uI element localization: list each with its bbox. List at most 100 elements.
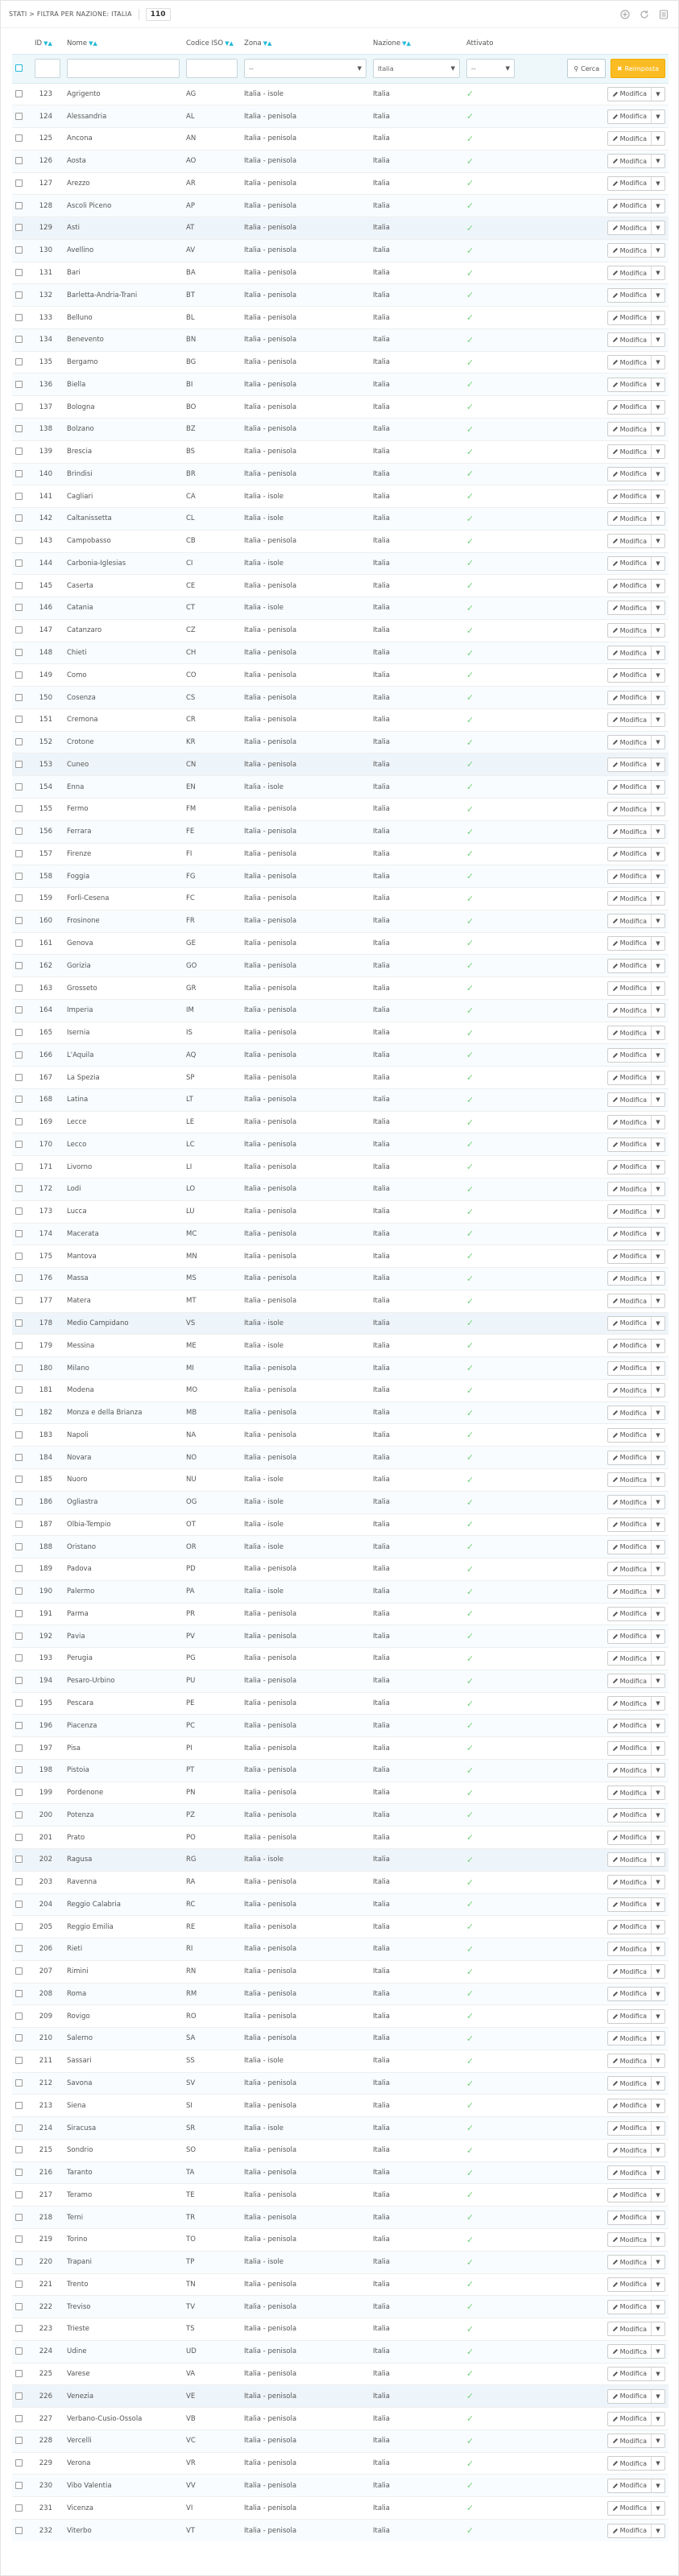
row-checkbox[interactable]: [15, 917, 23, 925]
caret-down-icon[interactable]: ▼: [652, 1965, 665, 1978]
table-row[interactable]: 201 Prato PO Italia - penisola Italia ✓ …: [12, 1826, 669, 1849]
caret-down-icon[interactable]: ▼: [652, 1093, 665, 1106]
row-checkbox[interactable]: [15, 2169, 23, 2177]
check-icon[interactable]: ✓: [466, 1519, 474, 1530]
table-row[interactable]: 174 Macerata MC Italia - penisola Italia…: [12, 1222, 669, 1245]
edit-button[interactable]: Modifica: [608, 221, 652, 235]
check-icon[interactable]: ✓: [466, 1072, 474, 1083]
caret-down-icon[interactable]: ▼: [652, 848, 665, 861]
row-checkbox[interactable]: [15, 492, 23, 500]
edit-button[interactable]: Modifica: [608, 2211, 652, 2224]
caret-down-icon[interactable]: ▼: [652, 1138, 665, 1151]
caret-down-icon[interactable]: ▼: [652, 1786, 665, 1799]
check-icon[interactable]: ✓: [466, 2480, 474, 2491]
edit-button[interactable]: Modifica: [608, 333, 652, 347]
table-row[interactable]: 214 Siracusa SR Italia - isole Italia ✓ …: [12, 2116, 669, 2140]
table-row[interactable]: 206 Rieti RI Italia - penisola Italia ✓ …: [12, 1938, 669, 1961]
edit-button[interactable]: Modifica: [608, 109, 652, 123]
check-icon[interactable]: ✓: [466, 1050, 474, 1060]
filter-iso-input[interactable]: [186, 59, 238, 78]
edit-button[interactable]: Modifica: [608, 2322, 652, 2336]
caret-down-icon[interactable]: ▼: [652, 132, 665, 145]
caret-down-icon[interactable]: ▼: [652, 110, 665, 123]
check-icon[interactable]: ✓: [466, 1631, 474, 1641]
table-row[interactable]: 203 Ravenna RA Italia - penisola Italia …: [12, 1870, 669, 1894]
sort-icon[interactable]: ▼▲: [225, 40, 234, 47]
edit-button[interactable]: Modifica: [608, 1384, 652, 1397]
reset-button[interactable]: ✖ Reimposta: [610, 59, 665, 78]
caret-down-icon[interactable]: ▼: [652, 512, 665, 525]
table-row[interactable]: 211 Sassari SS Italia - isole Italia ✓ M…: [12, 2049, 669, 2073]
table-row[interactable]: 144 Carbonia-Iglesias CI Italia - isole …: [12, 551, 669, 575]
edit-button[interactable]: Modifica: [608, 1473, 652, 1487]
check-icon[interactable]: ✓: [466, 268, 474, 279]
caret-down-icon[interactable]: ▼: [652, 1272, 665, 1285]
caret-down-icon[interactable]: ▼: [652, 736, 665, 749]
edit-button[interactable]: Modifica: [608, 556, 652, 570]
edit-button[interactable]: Modifica: [608, 1004, 652, 1018]
caret-down-icon[interactable]: ▼: [652, 2256, 665, 2268]
check-icon[interactable]: ✓: [466, 1028, 474, 1038]
table-row[interactable]: 163 Grosseto GR Italia - penisola Italia…: [12, 976, 669, 1000]
edit-button[interactable]: Modifica: [608, 535, 652, 548]
row-checkbox[interactable]: [15, 716, 23, 724]
check-icon[interactable]: ✓: [466, 1296, 474, 1307]
check-icon[interactable]: ✓: [466, 1430, 474, 1440]
caret-down-icon[interactable]: ▼: [652, 870, 665, 883]
table-row[interactable]: 133 Belluno BL Italia - penisola Italia …: [12, 306, 669, 329]
check-icon[interactable]: ✓: [466, 1475, 474, 1485]
caret-down-icon[interactable]: ▼: [652, 2457, 665, 2470]
caret-down-icon[interactable]: ▼: [652, 333, 665, 346]
row-checkbox[interactable]: [15, 514, 23, 522]
edit-button[interactable]: Modifica: [608, 914, 652, 928]
caret-down-icon[interactable]: ▼: [652, 200, 665, 213]
caret-down-icon[interactable]: ▼: [652, 2010, 665, 2023]
caret-down-icon[interactable]: ▼: [652, 825, 665, 838]
check-icon[interactable]: ✓: [466, 1743, 474, 1753]
header-country[interactable]: Nazione ▼▲: [370, 33, 463, 54]
row-checkbox[interactable]: [15, 1721, 23, 1729]
caret-down-icon[interactable]: ▼: [652, 2122, 665, 2135]
edit-button[interactable]: Modifica: [608, 1183, 652, 1196]
row-checkbox[interactable]: [15, 1922, 23, 1930]
check-icon[interactable]: ✓: [466, 1899, 474, 1909]
row-checkbox[interactable]: [15, 1654, 23, 1662]
edit-button[interactable]: Modifica: [608, 132, 652, 146]
table-row[interactable]: 190 Palermo PA Italia - isole Italia ✓ M…: [12, 1579, 669, 1604]
caret-down-icon[interactable]: ▼: [652, 1004, 665, 1017]
edit-button[interactable]: Modifica: [608, 512, 652, 526]
row-checkbox[interactable]: [15, 1297, 23, 1305]
row-checkbox[interactable]: [15, 1945, 23, 1953]
table-row[interactable]: 126 Aosta AO Italia - penisola Italia ✓ …: [12, 149, 669, 173]
row-checkbox[interactable]: [15, 2101, 23, 2109]
table-row[interactable]: 178 Medio Campidano VS Italia - isole It…: [12, 1311, 669, 1335]
row-checkbox[interactable]: [15, 313, 23, 321]
check-icon[interactable]: ✓: [466, 1452, 474, 1463]
edit-button[interactable]: Modifica: [608, 244, 652, 258]
table-row[interactable]: 208 Roma RM Italia - penisola Italia ✓ M…: [12, 1982, 669, 2005]
table-row[interactable]: 138 Bolzano BZ Italia - penisola Italia …: [12, 417, 669, 441]
caret-down-icon[interactable]: ▼: [652, 1340, 665, 1352]
edit-button[interactable]: Modifica: [608, 1451, 652, 1464]
sql-icon[interactable]: [657, 8, 670, 21]
row-checkbox[interactable]: [15, 112, 23, 120]
edit-button[interactable]: Modifica: [608, 378, 652, 391]
filter-id-input[interactable]: [35, 59, 60, 78]
row-checkbox[interactable]: [15, 2481, 23, 2489]
row-checkbox[interactable]: [15, 537, 23, 545]
table-row[interactable]: 213 Siena SI Italia - penisola Italia ✓ …: [12, 2094, 669, 2117]
table-row[interactable]: 132 Barletta-Andria-Trani BT Italia - pe…: [12, 283, 669, 307]
edit-button[interactable]: Modifica: [608, 959, 652, 972]
table-row[interactable]: 180 Milano MI Italia - penisola Italia ✓…: [12, 1356, 669, 1380]
check-icon[interactable]: ✓: [466, 1967, 474, 1977]
check-icon[interactable]: ✓: [466, 1228, 474, 1239]
row-checkbox[interactable]: [15, 2079, 23, 2087]
caret-down-icon[interactable]: ▼: [652, 1630, 665, 1643]
row-checkbox[interactable]: [15, 2280, 23, 2288]
table-row[interactable]: 199 Pordenone PN Italia - penisola Itali…: [12, 1781, 669, 1804]
row-checkbox[interactable]: [15, 2258, 23, 2266]
table-row[interactable]: 136 Biella BI Italia - penisola Italia ✓…: [12, 373, 669, 396]
check-icon[interactable]: ✓: [466, 156, 474, 167]
edit-button[interactable]: Modifica: [608, 1607, 652, 1620]
edit-button[interactable]: Modifica: [608, 1719, 652, 1732]
